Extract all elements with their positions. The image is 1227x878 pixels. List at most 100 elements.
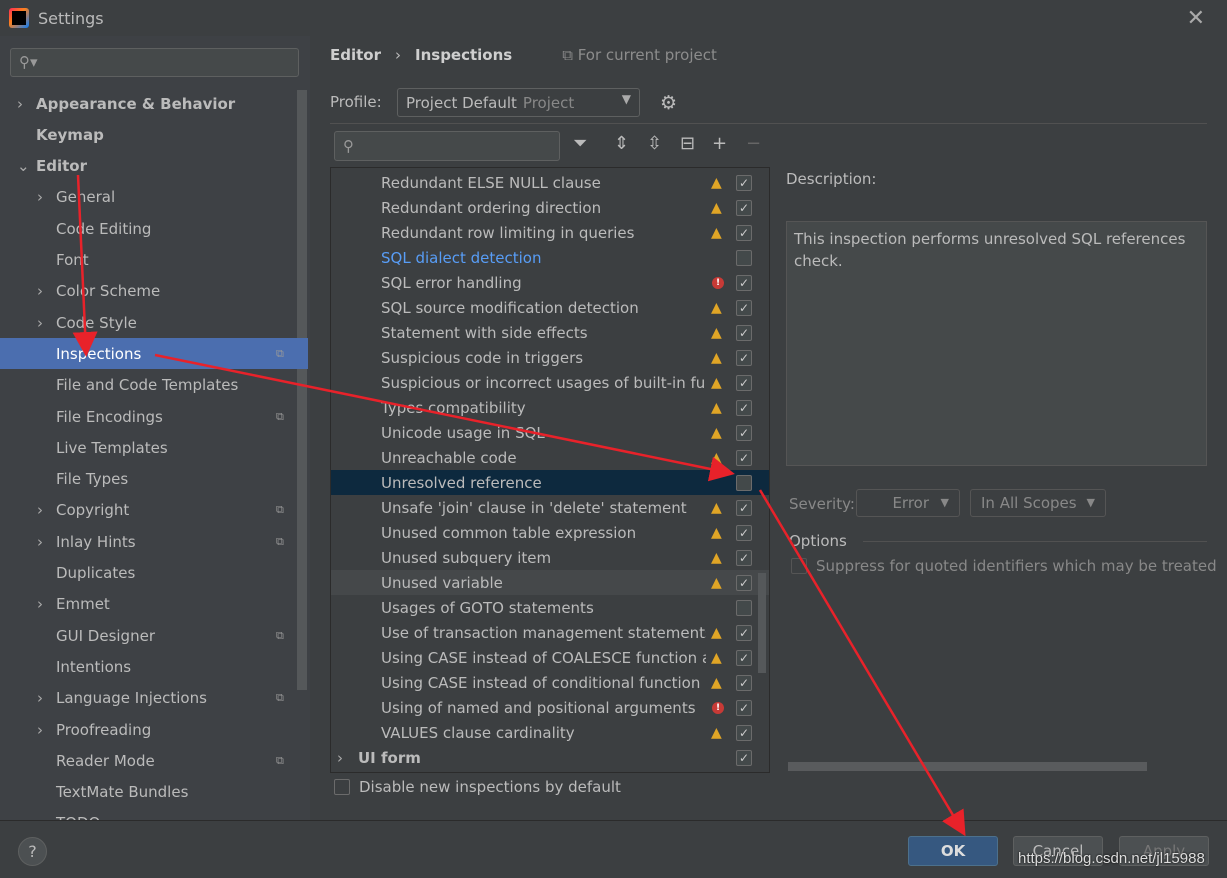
- inspection-checkbox[interactable]: ✓: [736, 649, 752, 666]
- inspection-checkbox[interactable]: ✓: [736, 174, 752, 191]
- chevron-right-icon[interactable]: ›: [37, 689, 43, 707]
- inspection-row[interactable]: Unused common table expression ▲ ✓: [331, 520, 769, 545]
- inspection-row[interactable]: Redundant row limiting in queries ▲ ✓: [331, 220, 769, 245]
- inspection-checkbox[interactable]: ✓: [736, 299, 752, 316]
- filter-icon[interactable]: ⏷: [573, 133, 587, 154]
- inspection-row[interactable]: › UI form ✓: [331, 745, 769, 770]
- inspection-row[interactable]: Unicode usage in SQL ▲ ✓: [331, 420, 769, 445]
- severity-dropdown[interactable]: Error ▼: [856, 489, 960, 517]
- help-button[interactable]: ?: [18, 837, 47, 866]
- sidebar-item-inspections[interactable]: Inspections ⧉: [0, 338, 308, 370]
- sidebar-item-file-encodings[interactable]: File Encodings ⧉: [0, 401, 308, 432]
- sidebar-item-emmet[interactable]: › Emmet: [0, 589, 308, 620]
- chevron-right-icon[interactable]: ›: [37, 188, 43, 206]
- inspection-checkbox[interactable]: ✓: [736, 424, 752, 441]
- inspection-row[interactable]: SQL error handling! ✓: [331, 270, 769, 295]
- sidebar-item-duplicates[interactable]: Duplicates: [0, 558, 308, 589]
- chevron-right-icon[interactable]: ›: [17, 95, 23, 113]
- sidebar-item-proofreading[interactable]: › Proofreading: [0, 714, 308, 745]
- chevron-right-icon[interactable]: ›: [37, 282, 43, 300]
- inspection-row[interactable]: VALUES clause cardinality ▲ ✓: [331, 720, 769, 745]
- sidebar-item-appearance-behavior[interactable]: › Appearance & Behavior: [0, 88, 308, 119]
- inspection-search-input[interactable]: ⚲: [334, 131, 560, 161]
- remove-icon[interactable]: −: [746, 133, 761, 154]
- sidebar-item-textmate-bundles[interactable]: TextMate Bundles: [0, 777, 308, 808]
- inspection-row[interactable]: Unused subquery item ▲ ✓: [331, 545, 769, 570]
- ok-button[interactable]: OK: [908, 836, 998, 866]
- sidebar-item-code-style[interactable]: › Code Style: [0, 307, 308, 338]
- inspection-row[interactable]: SQL dialect detection: [331, 245, 769, 270]
- sidebar-item-keymap[interactable]: Keymap: [0, 119, 308, 150]
- sidebar-item-editor[interactable]: ⌄ Editor: [0, 151, 308, 182]
- inspection-checkbox[interactable]: ✓: [736, 349, 752, 366]
- inspection-row[interactable]: Using CASE instead of conditional functi…: [331, 670, 769, 695]
- inspection-row[interactable]: Using CASE instead of COALESCE function …: [331, 645, 769, 670]
- inspection-checkbox[interactable]: ✓: [736, 449, 752, 466]
- inspection-row[interactable]: Use of transaction management statements…: [331, 620, 769, 645]
- inspection-checkbox[interactable]: ✓: [736, 749, 752, 766]
- sidebar-item-color-scheme[interactable]: › Color Scheme: [0, 276, 308, 307]
- inspection-row[interactable]: Statement with side effects ▲ ✓: [331, 320, 769, 345]
- inspection-checkbox[interactable]: ✓: [736, 199, 752, 216]
- disable-new-checkbox[interactable]: [334, 779, 350, 795]
- inspection-checkbox[interactable]: ✓: [736, 574, 752, 591]
- inspection-checkbox[interactable]: [736, 474, 752, 491]
- chevron-right-icon[interactable]: ›: [37, 533, 43, 551]
- inspection-checkbox[interactable]: ✓: [736, 724, 752, 741]
- inspection-row[interactable]: Suspicious code in triggers ▲ ✓: [331, 345, 769, 370]
- inspection-checkbox[interactable]: ✓: [736, 624, 752, 641]
- scope-dropdown[interactable]: In All Scopes ▼: [970, 489, 1106, 517]
- inspection-row[interactable]: Unsafe 'join' clause in 'delete' stateme…: [331, 495, 769, 520]
- inspection-checkbox[interactable]: ✓: [736, 224, 752, 241]
- inspection-checkbox[interactable]: ✓: [736, 274, 752, 291]
- inspection-checkbox[interactable]: ✓: [736, 499, 752, 516]
- chevron-right-icon[interactable]: ›: [337, 749, 343, 767]
- chevron-right-icon[interactable]: ›: [37, 501, 43, 519]
- inspection-row[interactable]: Usages of GOTO statements: [331, 595, 769, 620]
- profile-dropdown[interactable]: Project Default Project ▼: [397, 88, 640, 117]
- breadcrumb-parent[interactable]: Editor: [330, 46, 381, 64]
- sidebar-item-language-injections[interactable]: › Language Injections ⧉: [0, 683, 308, 714]
- inspection-checkbox[interactable]: ✓: [736, 524, 752, 541]
- inspection-checkbox[interactable]: ✓: [736, 374, 752, 391]
- reset-icon[interactable]: ⊟: [680, 133, 695, 154]
- chevron-right-icon[interactable]: ›: [37, 595, 43, 613]
- close-icon[interactable]: ✕: [1187, 6, 1205, 31]
- sidebar-item-gui-designer[interactable]: GUI Designer ⧉: [0, 620, 308, 651]
- inspection-checkbox[interactable]: ✓: [736, 699, 752, 716]
- chevron-right-icon[interactable]: ›: [37, 721, 43, 739]
- inspection-row[interactable]: Redundant ordering direction ▲ ✓: [331, 195, 769, 220]
- inspection-checkbox[interactable]: [736, 599, 752, 616]
- inspection-row[interactable]: SQL source modification detection ▲ ✓: [331, 295, 769, 320]
- add-icon[interactable]: +: [712, 133, 727, 154]
- inspection-checkbox[interactable]: ✓: [736, 399, 752, 416]
- sidebar-item-intentions[interactable]: Intentions: [0, 651, 308, 682]
- inspection-row[interactable]: Unreachable code ▲ ✓: [331, 445, 769, 470]
- sidebar-item-font[interactable]: Font: [0, 245, 308, 276]
- inspection-checkbox[interactable]: ✓: [736, 324, 752, 341]
- inspection-checkbox[interactable]: ✓: [736, 674, 752, 691]
- expand-all-icon[interactable]: ⇕: [614, 133, 629, 154]
- sidebar-item-code-editing[interactable]: Code Editing: [0, 213, 308, 244]
- sidebar-item-copyright[interactable]: › Copyright ⧉: [0, 495, 308, 526]
- inspection-row[interactable]: Unused variable ▲ ✓: [331, 570, 769, 595]
- inspection-row[interactable]: Redundant ELSE NULL clause ▲ ✓: [331, 170, 769, 195]
- sidebar-item-file-types[interactable]: File Types: [0, 464, 308, 495]
- tree-scrollbar[interactable]: [758, 573, 766, 673]
- sidebar-search-input[interactable]: ⚲▾: [10, 48, 299, 77]
- inspection-checkbox[interactable]: [736, 249, 752, 266]
- sidebar-item-reader-mode[interactable]: Reader Mode ⧉: [0, 745, 308, 776]
- sidebar-item-inlay-hints[interactable]: › Inlay Hints ⧉: [0, 526, 308, 557]
- sidebar-item-file-and-code-templates[interactable]: File and Code Templates: [0, 370, 308, 401]
- inspection-row[interactable]: Unresolved reference: [331, 470, 769, 495]
- chevron-down-icon[interactable]: ⌄: [17, 157, 30, 175]
- inspection-row[interactable]: Types compatibility ▲ ✓: [331, 395, 769, 420]
- chevron-right-icon[interactable]: ›: [37, 314, 43, 332]
- inspection-row[interactable]: Using of named and positional arguments!…: [331, 695, 769, 720]
- inspection-checkbox[interactable]: ✓: [736, 549, 752, 566]
- inspection-row[interactable]: Suspicious or incorrect usages of built-…: [331, 370, 769, 395]
- sidebar-item-todo[interactable]: TODO: [0, 808, 308, 820]
- collapse-all-icon[interactable]: ⇳: [647, 133, 662, 154]
- gear-icon[interactable]: ⚙: [660, 92, 677, 114]
- horizontal-scrollbar[interactable]: [788, 762, 1147, 771]
